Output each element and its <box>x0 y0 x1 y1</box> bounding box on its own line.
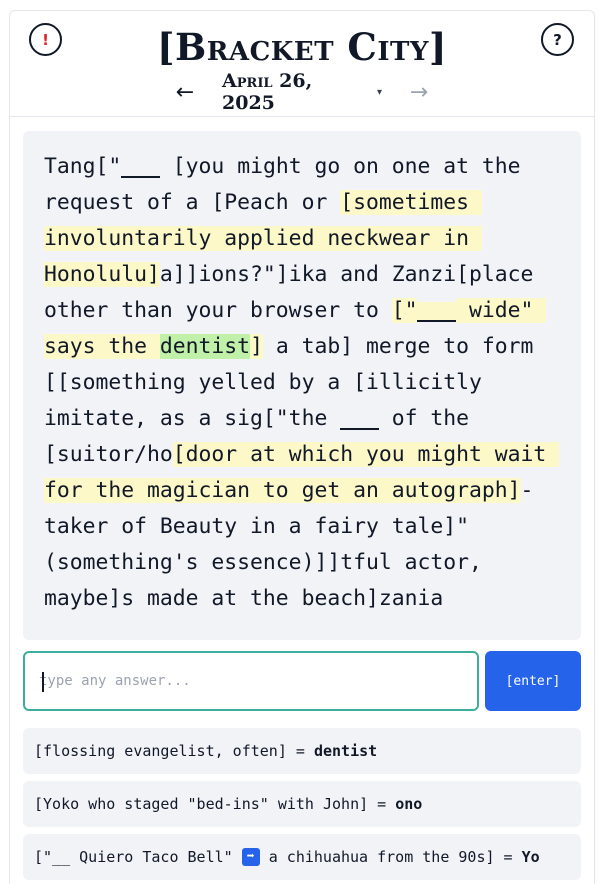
solved-clue-answer: Yo <box>521 848 540 866</box>
active-clue-highlight: [" <box>391 298 418 323</box>
solved-clue-text: [flossing evangelist, often] = <box>34 742 314 760</box>
date-selector[interactable]: April 26, 2025 ▾ <box>222 70 382 114</box>
solved-clue-item: ["__ Quiero Taco Bell" ➡ a chihuahua fro… <box>23 834 581 880</box>
fill-in-blank: ___ <box>340 410 379 430</box>
date-navigation: ← April 26, 2025 ▾ → <box>10 70 594 114</box>
help-icon[interactable]: ? <box>541 23 574 56</box>
page-title: [Bracket City] <box>157 25 447 69</box>
fill-in-blank: ___ <box>121 158 160 178</box>
fill-in-blank: ___ <box>417 302 457 322</box>
previous-day-arrow-icon[interactable]: ← <box>170 77 200 107</box>
date-label: April 26, 2025 <box>222 70 313 114</box>
solved-answer-highlight: dentist <box>159 334 251 359</box>
right-arrow-icon: ➡ <box>241 848 260 866</box>
puzzle-panel: Tang["___ [you might go on one at the re… <box>23 131 581 640</box>
answer-input[interactable] <box>39 670 459 692</box>
solved-clue-item: [Yoko who staged "bed-ins" with John] = … <box>23 781 581 827</box>
next-day-arrow-icon[interactable]: → <box>404 77 434 107</box>
active-clue-highlight: ] <box>250 334 263 359</box>
header: ! [Bracket City] ? ← April 26, 2025 ▾ → <box>10 11 594 117</box>
text-cursor <box>42 672 44 692</box>
puzzle-text-segment: Tang[" <box>44 154 122 179</box>
puzzle-text: Tang["___ [you might go on one at the re… <box>44 149 565 617</box>
solved-clue-item: [flossing evangelist, often] = dentist <box>23 728 581 774</box>
solved-clue-text: a chihuahua from the 90s] = <box>259 848 522 866</box>
enter-button[interactable]: [enter] <box>485 651 581 711</box>
solved-clue-text: ["__ Quiero Taco Bell" <box>34 848 242 866</box>
solved-clue-text: [Yoko who staged "bed-ins" with John] = <box>34 795 396 813</box>
solved-clue-answer: ono <box>395 795 423 813</box>
answer-input-container[interactable] <box>23 651 479 711</box>
solved-clue-answer: dentist <box>313 742 378 760</box>
chevron-down-icon: ▾ <box>376 86 382 98</box>
